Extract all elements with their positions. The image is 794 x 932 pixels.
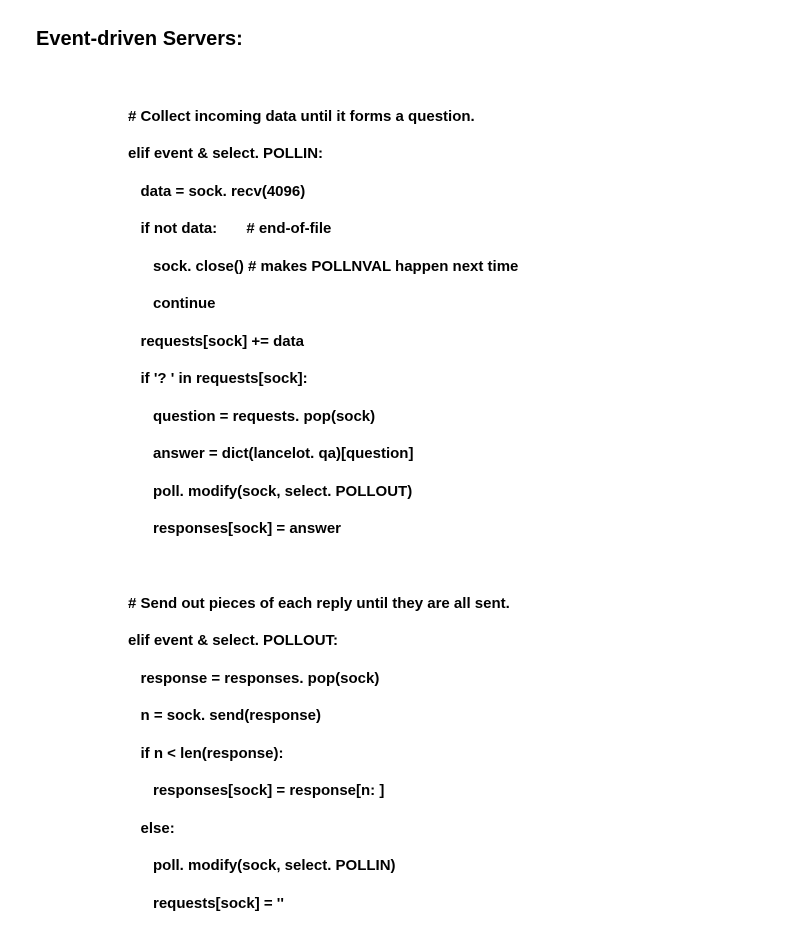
code-line: n = sock. send(response) (128, 707, 758, 726)
code-block-2: # Send out pieces of each reply until th… (128, 576, 758, 932)
code-line: # Send out pieces of each reply until th… (128, 595, 758, 614)
code-line: responses[sock] = answer (128, 520, 758, 539)
code-line: response = responses. pop(sock) (128, 670, 758, 689)
slide-title: Event-driven Servers: (36, 28, 758, 51)
code-block-1: # Collect incoming data until it forms a… (128, 89, 758, 558)
code-line: if '? ' in requests[sock]: (128, 370, 758, 389)
code-line: # Collect incoming data until it forms a… (128, 108, 758, 127)
code-line: requests[sock] += data (128, 333, 758, 352)
code-line: requests[sock] = '' (128, 895, 758, 914)
code-line: if n < len(response): (128, 745, 758, 764)
code-line: elif event & select. POLLIN: (128, 145, 758, 164)
section-gap (36, 558, 758, 576)
code-line: poll. modify(sock, select. POLLIN) (128, 857, 758, 876)
code-line: answer = dict(lancelot. qa)[question] (128, 445, 758, 464)
code-line: sock. close() # makes POLLNVAL happen ne… (128, 258, 758, 277)
code-line: else: (128, 820, 758, 839)
code-line: question = requests. pop(sock) (128, 408, 758, 427)
code-line: poll. modify(sock, select. POLLOUT) (128, 483, 758, 502)
code-line: if not data: # end-of-file (128, 220, 758, 239)
code-line: continue (128, 295, 758, 314)
code-line: elif event & select. POLLOUT: (128, 632, 758, 651)
code-line: data = sock. recv(4096) (128, 183, 758, 202)
code-line: responses[sock] = response[n: ] (128, 782, 758, 801)
